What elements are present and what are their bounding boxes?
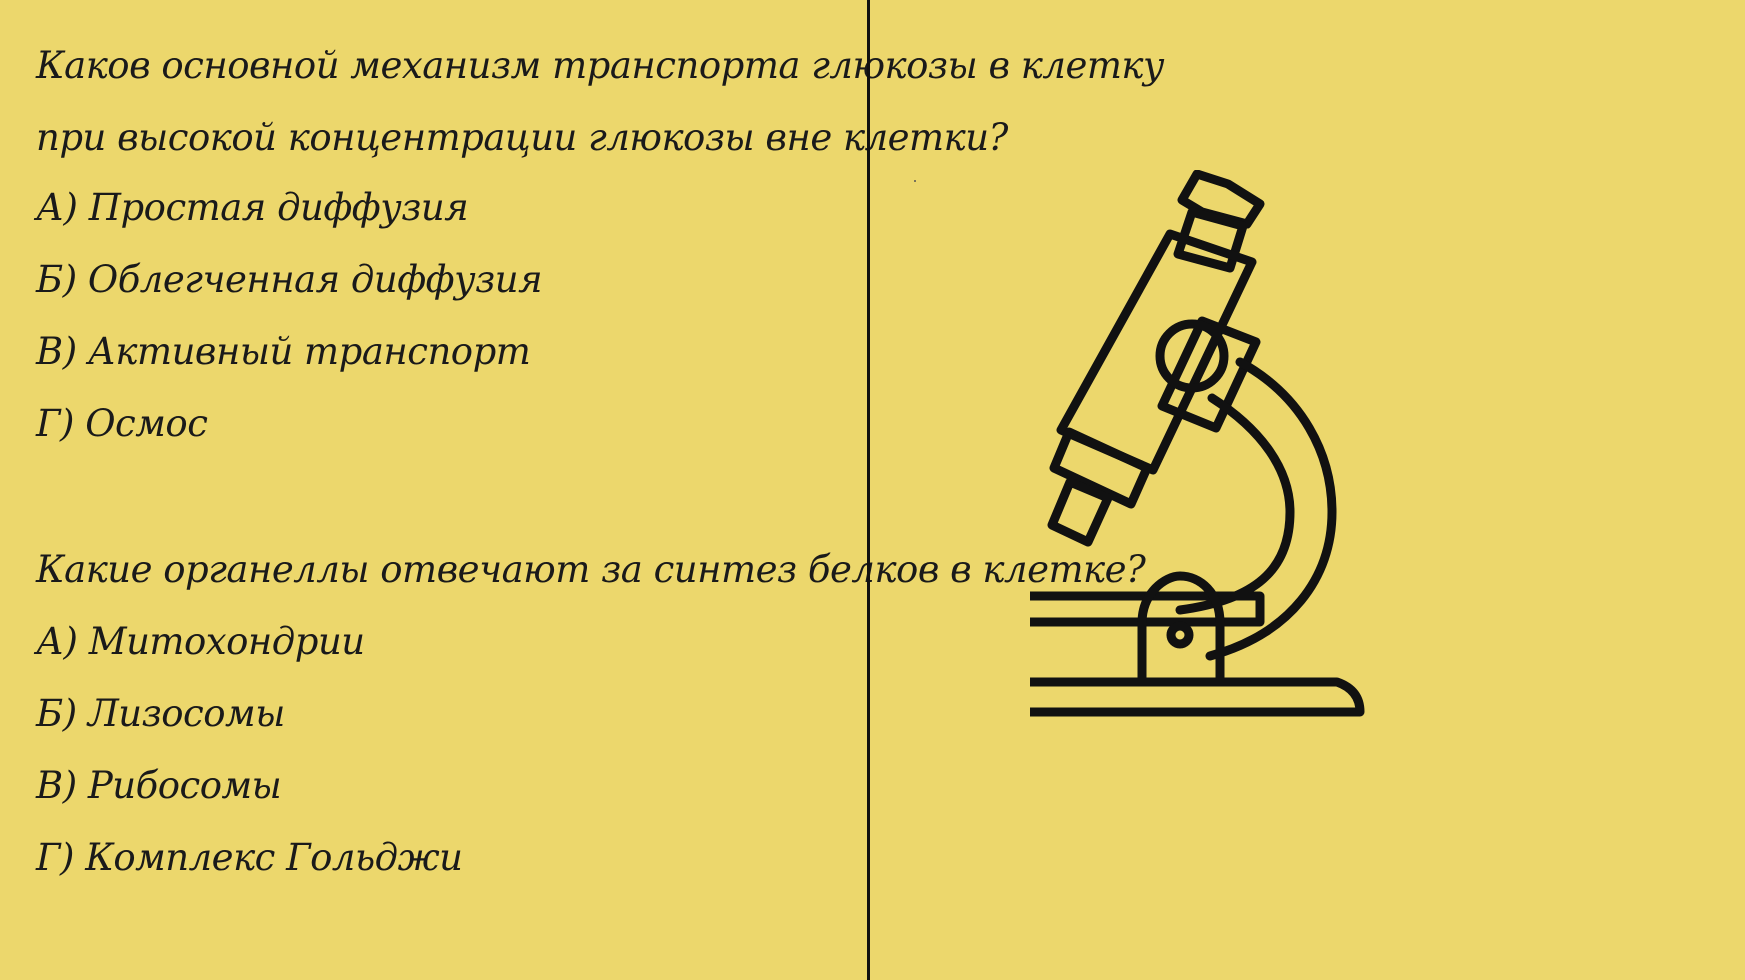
question-2-option-d: Г) Комплекс Гольджи	[36, 836, 463, 879]
speck	[914, 180, 916, 182]
microscope-pillar-screw	[1166, 621, 1194, 649]
question-1-option-d: Г) Осмос	[36, 402, 208, 445]
microscope-knob-housing	[1157, 316, 1261, 433]
microscope-objective	[1047, 477, 1113, 547]
quiz-panel: Каков основной механизм транспорта глюко…	[0, 0, 1165, 980]
illustration-panel	[870, 0, 1745, 980]
question-2-option-c: В) Рибосомы	[36, 764, 282, 807]
microscope-icon	[1030, 170, 1365, 717]
question-1-line-2: при высокой концентрации глюкозы вне кле…	[36, 116, 1008, 159]
question-1-option-c: В) Активный транспорт	[36, 330, 531, 373]
question-1-option-a: А) Простая диффузия	[36, 186, 469, 229]
question-2-option-a: А) Митохондрии	[36, 620, 365, 663]
slide: Каков основной механизм транспорта глюко…	[0, 0, 1745, 980]
microscope-base	[1030, 677, 1365, 717]
question-2-option-b: Б) Лизосомы	[36, 692, 285, 735]
question-1-option-b: Б) Облегченная диффузия	[36, 258, 543, 301]
